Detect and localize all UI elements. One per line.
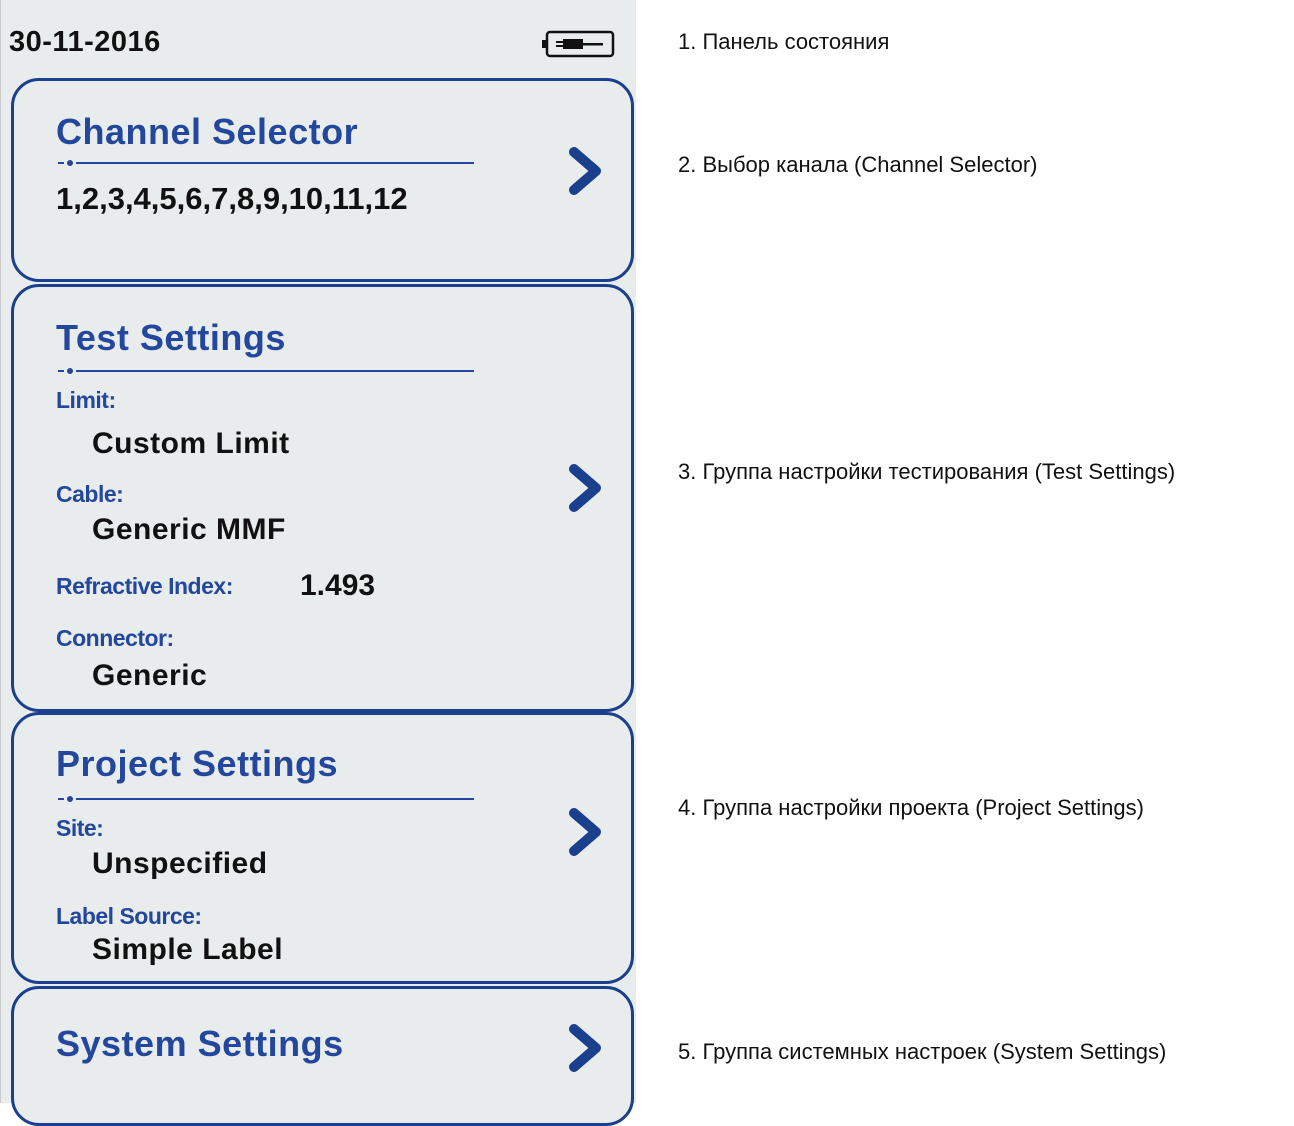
channel-list: 1,2,3,4,5,6,7,8,9,10,11,12 bbox=[56, 181, 408, 216]
connector-value: Generic bbox=[92, 659, 208, 692]
site-label: Site: bbox=[56, 815, 104, 841]
system-settings-panel[interactable]: System Settings bbox=[11, 986, 634, 1126]
chevron-right-icon[interactable] bbox=[566, 146, 606, 196]
status-bar: 30-11-2016 bbox=[1, 0, 637, 78]
project-settings-panel[interactable]: Project Settings Site: Unspecified Label… bbox=[11, 712, 634, 984]
channel-selector-panel[interactable]: Channel Selector 1,2,3,4,5,6,7,8,9,10,11… bbox=[11, 78, 634, 282]
connector-label: Connector: bbox=[56, 625, 174, 651]
limit-label: Limit: bbox=[56, 387, 116, 413]
channel-selector-title: Channel Selector bbox=[56, 111, 359, 152]
status-date: 30-11-2016 bbox=[9, 26, 161, 58]
site-value: Unspecified bbox=[92, 847, 268, 880]
annotation-channel-selector: 2. Выбор канала (Channel Selector) bbox=[678, 152, 1038, 177]
section-divider bbox=[58, 796, 474, 802]
refractive-index-value: 1.493 bbox=[300, 569, 376, 602]
test-settings-panel[interactable]: Test Settings Limit: Custom Limit Cable:… bbox=[11, 284, 634, 712]
chevron-right-icon[interactable] bbox=[566, 807, 606, 857]
test-settings-title: Test Settings bbox=[56, 317, 286, 358]
label-source-label: Label Source: bbox=[56, 903, 202, 929]
cable-label: Cable: bbox=[56, 481, 124, 507]
label-source-value: Simple Label bbox=[92, 933, 284, 966]
device-screen: 30-11-2016 Channel Selector 1,2,3,4,5,6,… bbox=[0, 0, 637, 1126]
system-settings-title: System Settings bbox=[56, 1023, 344, 1064]
chevron-right-icon[interactable] bbox=[566, 1023, 606, 1073]
limit-value: Custom Limit bbox=[92, 427, 290, 460]
refractive-index-label: Refractive Index: bbox=[56, 573, 233, 599]
annotation-project-settings: 4. Группа настройки проекта (Project Set… bbox=[678, 795, 1144, 820]
section-divider bbox=[58, 368, 474, 374]
cable-value: Generic MMF bbox=[92, 513, 286, 546]
section-divider bbox=[58, 160, 474, 166]
chevron-right-icon[interactable] bbox=[566, 463, 606, 513]
annotation-test-settings: 3. Группа настройки тестирования (Test S… bbox=[678, 459, 1176, 484]
annotation-system-settings: 5. Группа системных настроек (System Set… bbox=[678, 1039, 1167, 1064]
battery-plug-icon bbox=[542, 30, 615, 58]
project-settings-title: Project Settings bbox=[56, 743, 339, 784]
annotation-status-bar: 1. Панель состояния bbox=[678, 29, 890, 54]
